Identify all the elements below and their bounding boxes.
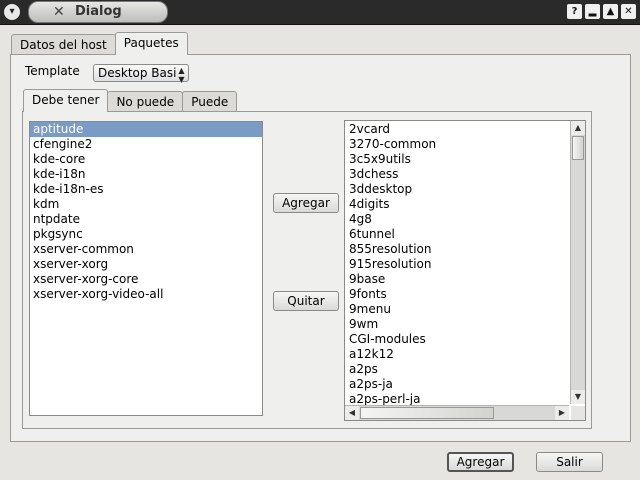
selected-packages-list[interactable]: aptitude cfengine2 kde-core kde-i18n kde-i18… <box>29 121 263 416</box>
scroll-left-icon[interactable]: ◀ <box>345 406 359 420</box>
salir-button[interactable]: Salir <box>536 452 603 472</box>
horizontal-scroll-thumb[interactable] <box>360 407 494 419</box>
window-menu-icon[interactable]: ▾ <box>4 4 20 20</box>
list-item[interactable]: 2vcard <box>346 122 568 137</box>
vertical-scroll-thumb[interactable] <box>572 136 584 160</box>
tab-debe-tener[interactable]: Debe tener <box>23 89 109 112</box>
app-icon: ✕ <box>53 4 65 20</box>
template-label: Template <box>25 64 80 78</box>
maximize-icon[interactable]: ▲ <box>603 4 618 19</box>
quitar-package-button[interactable]: Quitar <box>273 291 339 311</box>
list-item[interactable]: 9fonts <box>346 287 568 302</box>
list-item[interactable]: xserver-xorg-core <box>30 272 262 287</box>
available-packages-list[interactable]: 2vcard 3270-common 3c5x9utils 3dchess 3ddesk… <box>344 120 586 421</box>
list-item[interactable]: 3c5x9utils <box>346 152 568 167</box>
list-item[interactable]: a2ps <box>346 362 568 377</box>
list-item[interactable]: 9wm <box>346 317 568 332</box>
combo-arrows-icon: ▲▼ <box>177 66 186 84</box>
list-item[interactable]: 4digits <box>346 197 568 212</box>
agregar-package-button[interactable]: Agregar <box>273 193 339 213</box>
list-item[interactable]: 855resolution <box>346 242 568 257</box>
list-item[interactable]: 9menu <box>346 302 568 317</box>
list-item[interactable]: pkgsync <box>30 227 262 242</box>
list-item[interactable]: xserver-common <box>30 242 262 257</box>
list-item[interactable]: aptitude <box>30 122 262 137</box>
list-item[interactable]: 915resolution <box>346 257 568 272</box>
list-item[interactable]: 9base <box>346 272 568 287</box>
main-tabbar: Datos del host Paquetes <box>11 32 188 55</box>
vertical-scrollbar[interactable]: ▲ ▼ <box>570 121 585 404</box>
available-packages-items: 2vcard 3270-common 3c5x9utils 3dchess 3ddesk… <box>346 122 568 407</box>
accept-agregar-button[interactable]: Agregar <box>447 452 514 472</box>
tab-paquetes[interactable]: Paquetes <box>114 32 188 55</box>
scroll-right-icon[interactable]: ▶ <box>555 406 569 420</box>
list-item[interactable]: kde-i18n-es <box>30 182 262 197</box>
tab-datos-del-host[interactable]: Datos del host <box>11 34 116 55</box>
list-item[interactable]: 4g8 <box>346 212 568 227</box>
list-item[interactable]: kde-i18n <box>30 167 262 182</box>
list-item[interactable]: a2ps-ja <box>346 377 568 392</box>
list-item[interactable]: 6tunnel <box>346 227 568 242</box>
window-title-pill: ✕ Dialog <box>28 1 168 23</box>
help-icon[interactable]: ? <box>567 4 582 19</box>
list-item[interactable]: 3ddesktop <box>346 182 568 197</box>
list-item[interactable]: xserver-xorg <box>30 257 262 272</box>
scrollbar-corner <box>571 406 585 420</box>
tab-no-puede[interactable]: No puede <box>107 91 184 112</box>
list-item[interactable]: a12k12 <box>346 347 568 362</box>
minimize-icon[interactable]: ▂ <box>585 4 600 19</box>
list-item[interactable]: CGI-modules <box>346 332 568 347</box>
scroll-down-icon[interactable]: ▼ <box>571 390 585 404</box>
list-item[interactable]: kdm <box>30 197 262 212</box>
list-item[interactable]: 3dchess <box>346 167 568 182</box>
template-selected-value: Desktop Basi <box>98 66 177 80</box>
list-item[interactable]: ntpdate <box>30 212 262 227</box>
scroll-up-icon[interactable]: ▲ <box>571 121 585 135</box>
window-title: Dialog <box>75 4 122 19</box>
list-item[interactable]: cfengine2 <box>30 137 262 152</box>
horizontal-scrollbar[interactable]: ◀ ▶ <box>345 405 569 420</box>
tab-puede[interactable]: Puede <box>182 91 238 112</box>
close-icon[interactable]: ✕ <box>621 4 636 19</box>
list-item[interactable]: xserver-xorg-video-all <box>30 287 262 302</box>
template-combobox[interactable]: Desktop Basi ▲▼ <box>93 64 189 84</box>
title-bar[interactable]: ▾ ✕ Dialog ? ▂ ▲ ✕ <box>0 0 640 25</box>
list-item[interactable]: kde-core <box>30 152 262 167</box>
sub-tabbar: Debe tener No puede Puede <box>23 89 238 112</box>
list-item[interactable]: 3270-common <box>346 137 568 152</box>
